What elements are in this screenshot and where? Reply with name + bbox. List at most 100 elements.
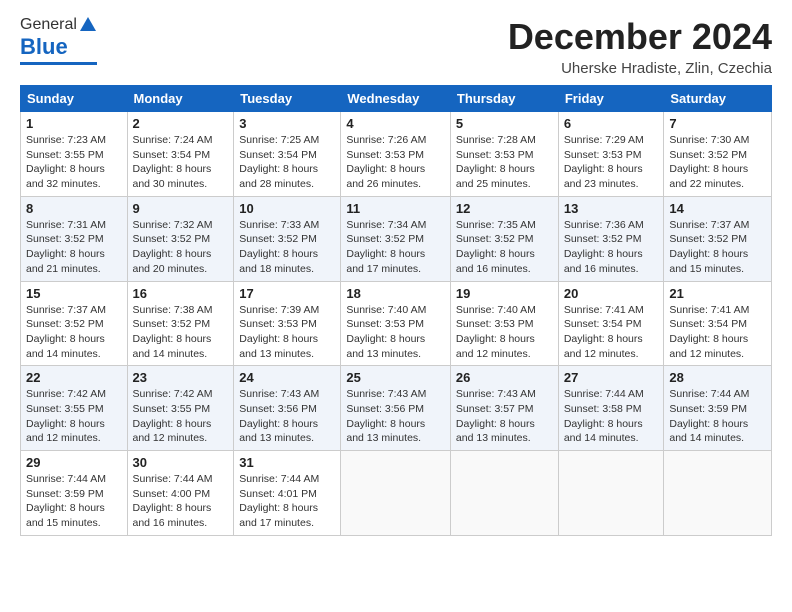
day-info: Sunrise: 7:37 AMSunset: 3:52 PMDaylight:… (669, 218, 766, 277)
day-info: Sunrise: 7:44 AMSunset: 4:00 PMDaylight:… (133, 472, 229, 531)
table-row: 14 Sunrise: 7:37 AMSunset: 3:52 PMDayligh… (664, 196, 772, 281)
day-number: 30 (133, 455, 229, 470)
table-row (664, 451, 772, 536)
day-info: Sunrise: 7:42 AMSunset: 3:55 PMDaylight:… (133, 387, 229, 446)
month-title: December 2024 (508, 16, 772, 58)
col-thursday: Thursday (450, 86, 558, 112)
title-block: December 2024 Uherske Hradiste, Zlin, Cz… (508, 16, 772, 77)
logo-blue-text: Blue (20, 34, 68, 60)
day-number: 13 (564, 201, 659, 216)
table-row: 4 Sunrise: 7:26 AMSunset: 3:53 PMDaylight… (341, 112, 451, 197)
day-info: Sunrise: 7:43 AMSunset: 3:56 PMDaylight:… (346, 387, 445, 446)
table-row: 29Sunrise: 7:44 AMSunset: 3:59 PMDayligh… (21, 451, 128, 536)
table-row: 5 Sunrise: 7:28 AMSunset: 3:53 PMDaylight… (450, 112, 558, 197)
day-info: Sunrise: 7:35 AMSunset: 3:52 PMDaylight:… (456, 218, 553, 277)
calendar-header-row: Sunday Monday Tuesday Wednesday Thursday… (21, 86, 772, 112)
day-number: 12 (456, 201, 553, 216)
day-info: Sunrise: 7:28 AMSunset: 3:53 PMDaylight:… (456, 133, 553, 192)
calendar-week-row: 1Sunrise: 7:23 AMSunset: 3:55 PMDaylight… (21, 112, 772, 197)
day-info: Sunrise: 7:43 AMSunset: 3:56 PMDaylight:… (239, 387, 335, 446)
table-row: 2Sunrise: 7:24 AMSunset: 3:54 PMDaylight… (127, 112, 234, 197)
day-number: 29 (26, 455, 122, 470)
day-number: 6 (564, 116, 659, 131)
table-row: 12 Sunrise: 7:35 AMSunset: 3:52 PMDayligh… (450, 196, 558, 281)
day-number: 28 (669, 370, 766, 385)
day-number: 10 (239, 201, 335, 216)
table-row: 25 Sunrise: 7:43 AMSunset: 3:56 PMDayligh… (341, 366, 451, 451)
day-number: 2 (133, 116, 229, 131)
table-row: 23 Sunrise: 7:42 AMSunset: 3:55 PMDayligh… (127, 366, 234, 451)
logo-triangle-icon (79, 16, 97, 34)
table-row: 8Sunrise: 7:31 AMSunset: 3:52 PMDaylight… (21, 196, 128, 281)
table-row: 16 Sunrise: 7:38 AMSunset: 3:52 PMDayligh… (127, 281, 234, 366)
day-number: 16 (133, 286, 229, 301)
day-number: 17 (239, 286, 335, 301)
table-row: 10 Sunrise: 7:33 AMSunset: 3:52 PMDayligh… (234, 196, 341, 281)
day-info: Sunrise: 7:26 AMSunset: 3:53 PMDaylight:… (346, 133, 445, 192)
table-row: 11Sunrise: 7:34 AMSunset: 3:52 PMDayligh… (341, 196, 451, 281)
day-info: Sunrise: 7:36 AMSunset: 3:52 PMDaylight:… (564, 218, 659, 277)
day-number: 14 (669, 201, 766, 216)
day-number: 4 (346, 116, 445, 131)
table-row: 17 Sunrise: 7:39 AMSunset: 3:53 PMDayligh… (234, 281, 341, 366)
day-info: Sunrise: 7:30 AMSunset: 3:52 PMDaylight:… (669, 133, 766, 192)
day-info: Sunrise: 7:43 AMSunset: 3:57 PMDaylight:… (456, 387, 553, 446)
day-number: 26 (456, 370, 553, 385)
day-number: 9 (133, 201, 229, 216)
day-info: Sunrise: 7:44 AMSunset: 3:58 PMDaylight:… (564, 387, 659, 446)
col-saturday: Saturday (664, 86, 772, 112)
day-info: Sunrise: 7:41 AMSunset: 3:54 PMDaylight:… (669, 303, 766, 362)
day-number: 7 (669, 116, 766, 131)
day-info: Sunrise: 7:40 AMSunset: 3:53 PMDaylight:… (456, 303, 553, 362)
table-row: 18Sunrise: 7:40 AMSunset: 3:53 PMDayligh… (341, 281, 451, 366)
table-row: 7 Sunrise: 7:30 AMSunset: 3:52 PMDaylight… (664, 112, 772, 197)
table-row: 31Sunrise: 7:44 AMSunset: 4:01 PMDayligh… (234, 451, 341, 536)
calendar-week-row: 8Sunrise: 7:31 AMSunset: 3:52 PMDaylight… (21, 196, 772, 281)
table-row: 20 Sunrise: 7:41 AMSunset: 3:54 PMDayligh… (558, 281, 664, 366)
day-number: 22 (26, 370, 122, 385)
logo: General Blue (20, 16, 97, 65)
day-info: Sunrise: 7:23 AMSunset: 3:55 PMDaylight:… (26, 133, 122, 192)
header: General Blue December 2024 Uherske Hradi… (20, 16, 772, 77)
day-number: 25 (346, 370, 445, 385)
day-number: 24 (239, 370, 335, 385)
table-row: 19 Sunrise: 7:40 AMSunset: 3:53 PMDayligh… (450, 281, 558, 366)
day-info: Sunrise: 7:32 AMSunset: 3:52 PMDaylight:… (133, 218, 229, 277)
day-info: Sunrise: 7:41 AMSunset: 3:54 PMDaylight:… (564, 303, 659, 362)
table-row: 27 Sunrise: 7:44 AMSunset: 3:58 PMDayligh… (558, 366, 664, 451)
table-row: 28 Sunrise: 7:44 AMSunset: 3:59 PMDayligh… (664, 366, 772, 451)
table-row: 1Sunrise: 7:23 AMSunset: 3:55 PMDaylight… (21, 112, 128, 197)
day-number: 27 (564, 370, 659, 385)
day-info: Sunrise: 7:40 AMSunset: 3:53 PMDaylight:… (346, 303, 445, 362)
table-row: 21 Sunrise: 7:41 AMSunset: 3:54 PMDayligh… (664, 281, 772, 366)
day-info: Sunrise: 7:39 AMSunset: 3:53 PMDaylight:… (239, 303, 335, 362)
col-sunday: Sunday (21, 86, 128, 112)
day-info: Sunrise: 7:33 AMSunset: 3:52 PMDaylight:… (239, 218, 335, 277)
logo-line (20, 62, 97, 65)
table-row (341, 451, 451, 536)
day-info: Sunrise: 7:38 AMSunset: 3:52 PMDaylight:… (133, 303, 229, 362)
col-wednesday: Wednesday (341, 86, 451, 112)
table-row (558, 451, 664, 536)
day-number: 20 (564, 286, 659, 301)
day-number: 15 (26, 286, 122, 301)
day-info: Sunrise: 7:25 AMSunset: 3:54 PMDaylight:… (239, 133, 335, 192)
day-number: 23 (133, 370, 229, 385)
table-row: 15 Sunrise: 7:37 AMSunset: 3:52 PMDayligh… (21, 281, 128, 366)
day-number: 5 (456, 116, 553, 131)
table-row: 6Sunrise: 7:29 AMSunset: 3:53 PMDaylight… (558, 112, 664, 197)
day-number: 8 (26, 201, 122, 216)
table-row: 3 Sunrise: 7:25 AMSunset: 3:54 PMDaylight… (234, 112, 341, 197)
day-info: Sunrise: 7:44 AMSunset: 3:59 PMDaylight:… (669, 387, 766, 446)
calendar-week-row: 29Sunrise: 7:44 AMSunset: 3:59 PMDayligh… (21, 451, 772, 536)
calendar-week-row: 22 Sunrise: 7:42 AMSunset: 3:55 PMDayligh… (21, 366, 772, 451)
table-row: 9 Sunrise: 7:32 AMSunset: 3:52 PMDaylight… (127, 196, 234, 281)
day-number: 11 (346, 201, 445, 216)
day-number: 19 (456, 286, 553, 301)
table-row (450, 451, 558, 536)
day-info: Sunrise: 7:37 AMSunset: 3:52 PMDaylight:… (26, 303, 122, 362)
logo-general-text: General (20, 16, 77, 34)
day-number: 3 (239, 116, 335, 131)
calendar-table: Sunday Monday Tuesday Wednesday Thursday… (20, 85, 772, 536)
day-number: 21 (669, 286, 766, 301)
